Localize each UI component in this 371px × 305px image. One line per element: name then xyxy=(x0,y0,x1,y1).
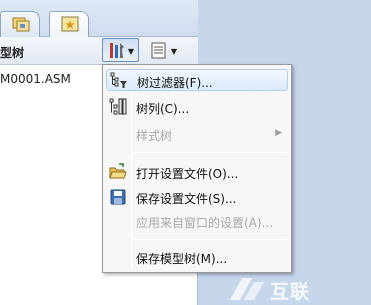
tree-filter-icon xyxy=(110,72,127,88)
model-tree-header: 型树 ▼ ▼ xyxy=(0,37,198,65)
menu-item-label: 应用来自窗口的设置(A)... xyxy=(136,216,274,230)
tree-columns-icon xyxy=(109,98,127,115)
watermark-logo xyxy=(230,278,264,300)
menu-item-tree-filters[interactable]: 树过滤器(F)... xyxy=(106,69,288,91)
tools-icon xyxy=(110,43,124,58)
submenu-arrow-icon: ▶ xyxy=(275,128,282,138)
menu-item-save-model-tree[interactable]: 保存模型树(M)... xyxy=(106,246,288,268)
menu-separator xyxy=(133,239,287,240)
settings-context-menu: 树过滤器(F)... 树列(C)... 样式树 ▶ 打开设置文件(O)... 保… xyxy=(102,64,292,273)
menu-item-label: 保存设置文件(S)... xyxy=(136,192,237,206)
save-disk-icon xyxy=(110,189,126,205)
menu-item-label: 打开设置文件(O)... xyxy=(136,167,239,181)
navigator-tab-strip xyxy=(0,0,198,37)
menu-item-label: 树过滤器(F)... xyxy=(137,76,213,90)
tab-favorites[interactable] xyxy=(49,11,89,37)
menu-item-save-settings[interactable]: 保存设置文件(S)... xyxy=(106,186,288,208)
menu-item-open-settings[interactable]: 打开设置文件(O)... xyxy=(106,161,288,183)
menu-item-label: 样式树 xyxy=(136,129,173,143)
tab-folder-browser[interactable] xyxy=(0,11,40,37)
folders-icon xyxy=(12,17,30,32)
settings-dropdown-button[interactable]: ▼ xyxy=(102,38,139,62)
chevron-down-icon: ▼ xyxy=(170,47,177,56)
menu-item-style-tree[interactable]: 样式树 ▶ xyxy=(106,123,288,145)
star-folder-icon xyxy=(61,16,79,32)
document-list-icon xyxy=(151,42,166,59)
show-dropdown-button[interactable]: ▼ xyxy=(144,38,182,62)
watermark-text: 互联 xyxy=(270,281,311,303)
open-folder-icon xyxy=(109,163,127,179)
watermark: 互联 xyxy=(228,274,368,304)
chevron-down-icon: ▼ xyxy=(127,47,134,56)
menu-item-label: 保存模型树(M)... xyxy=(136,252,228,266)
menu-separator xyxy=(133,152,287,153)
menu-item-apply-window-settings[interactable]: 应用来自窗口的设置(A)... xyxy=(106,210,288,232)
menu-item-label: 树列(C)... xyxy=(136,102,190,116)
menu-item-tree-columns[interactable]: 树列(C)... xyxy=(106,96,288,118)
tree-root-item[interactable]: M0001.ASM xyxy=(0,72,71,86)
page-title: 型树 xyxy=(0,46,25,60)
